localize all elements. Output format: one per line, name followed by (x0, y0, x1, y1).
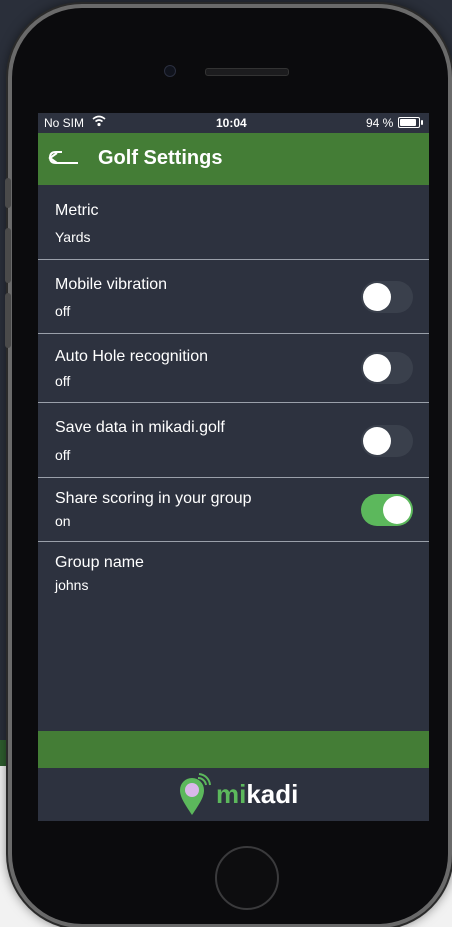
setting-value: off (55, 303, 71, 319)
logo-pin-icon (180, 773, 211, 815)
logo-part-mi: mi (216, 779, 247, 809)
front-camera (164, 65, 176, 77)
setting-value: johns (55, 577, 89, 593)
battery-icon (398, 117, 423, 128)
volume-up-button (5, 228, 11, 283)
auto-hole-recognition-toggle[interactable] (361, 352, 413, 384)
mobile-vibration-toggle[interactable] (361, 281, 413, 313)
app-header: Golf Settings (38, 133, 429, 185)
setting-label: Mobile vibration (55, 276, 168, 293)
setting-label: Save data in mikadi.golf (55, 419, 225, 436)
page-title: Golf Settings (98, 147, 223, 169)
footer-bar (38, 731, 429, 768)
mikadi-logo: mikadi (178, 773, 318, 817)
carrier-label: No SIM (44, 116, 85, 130)
setting-save-data: Save data in mikadi.golf off (38, 403, 429, 478)
save-data-toggle[interactable] (361, 425, 413, 457)
logo-part-kadi: kadi (246, 779, 299, 809)
app-screen: No SIM 10:04 94 % Golf Settings Metric Y… (38, 113, 429, 821)
status-bar: No SIM 10:04 94 % (38, 113, 429, 133)
setting-group-name[interactable]: Group name johns (38, 542, 429, 612)
setting-label: Auto Hole recognition (55, 348, 208, 365)
setting-value: on (55, 513, 71, 529)
battery-percent: 94 % (366, 116, 394, 130)
setting-mobile-vibration: Mobile vibration off (38, 260, 429, 334)
setting-value: Yards (55, 229, 91, 245)
mute-switch (5, 178, 11, 208)
setting-label: Metric (55, 202, 99, 219)
status-time: 10:04 (216, 116, 247, 130)
wifi-icon (92, 115, 106, 130)
setting-value: off (55, 447, 71, 463)
earpiece-speaker (205, 68, 289, 76)
volume-down-button (5, 293, 11, 348)
logo-wordmark: mikadi (216, 779, 298, 810)
home-button[interactable] (215, 846, 279, 910)
back-arrow-icon[interactable] (48, 147, 82, 171)
share-scoring-toggle[interactable] (361, 494, 413, 526)
setting-metric[interactable]: Metric Yards (38, 185, 429, 260)
setting-auto-hole-recognition: Auto Hole recognition off (38, 334, 429, 403)
setting-label: Share scoring in your group (55, 490, 252, 507)
setting-value: off (55, 373, 71, 389)
setting-share-scoring: Share scoring in your group on (38, 478, 429, 542)
setting-label: Group name (55, 554, 144, 571)
